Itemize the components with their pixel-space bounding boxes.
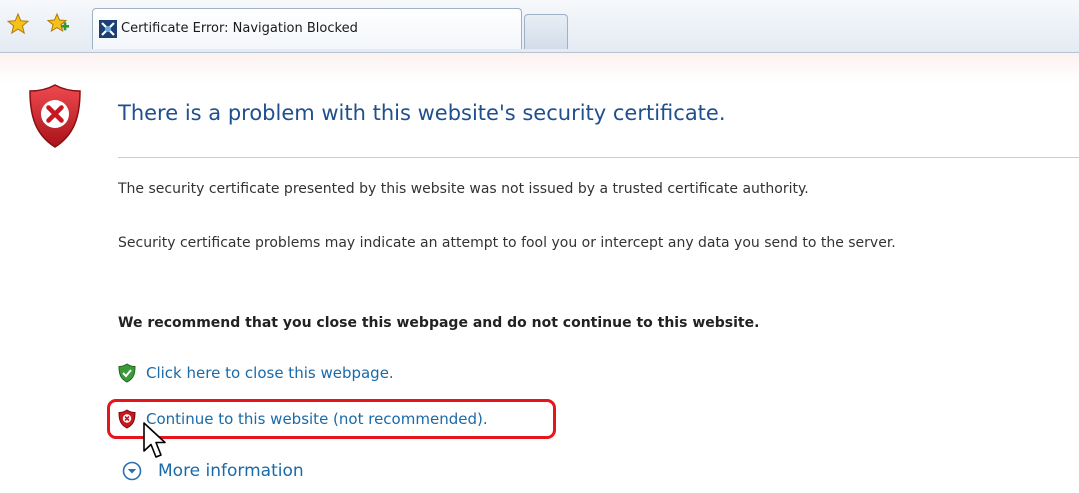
new-tab-button[interactable] bbox=[524, 14, 568, 49]
tab-title: Certificate Error: Navigation Blocked bbox=[121, 21, 358, 36]
security-warning-text: Security certificate problems may indica… bbox=[118, 235, 896, 251]
security-shield-icon bbox=[29, 84, 81, 148]
divider bbox=[118, 157, 1079, 158]
more-information-label: More information bbox=[158, 461, 304, 481]
certificate-issue-text: The security certificate presented by th… bbox=[118, 181, 809, 197]
close-webpage-label: Click here to close this webpage. bbox=[146, 364, 394, 382]
continue-to-website-label: Continue to this website (not recommende… bbox=[146, 410, 488, 428]
close-webpage-link[interactable]: Click here to close this webpage. bbox=[118, 363, 394, 383]
green-shield-icon bbox=[118, 363, 136, 383]
certificate-error-icon bbox=[99, 20, 117, 38]
add-to-favorites-button[interactable] bbox=[46, 12, 70, 36]
favorites-button[interactable] bbox=[6, 12, 30, 36]
tab-strip: Certificate Error: Navigation Blocked bbox=[0, 0, 1079, 53]
page-content: There is a problem with this website's s… bbox=[0, 53, 1079, 493]
mouse-cursor-icon bbox=[143, 422, 166, 458]
add-to-favorites-icon bbox=[46, 12, 69, 33]
tab-certificate-error[interactable]: Certificate Error: Navigation Blocked bbox=[92, 8, 522, 49]
browser-window: Certificate Error: Navigation Blocked Th… bbox=[0, 0, 1079, 493]
page-title: There is a problem with this website's s… bbox=[118, 101, 726, 125]
expand-chevron-icon bbox=[122, 461, 142, 481]
red-shield-icon bbox=[118, 409, 136, 429]
more-information-toggle[interactable]: More information bbox=[122, 461, 304, 481]
continue-to-website-link[interactable]: Continue to this website (not recommende… bbox=[118, 409, 488, 429]
recommendation-text: We recommend that you close this webpage… bbox=[118, 315, 760, 331]
star-icon bbox=[7, 13, 29, 35]
